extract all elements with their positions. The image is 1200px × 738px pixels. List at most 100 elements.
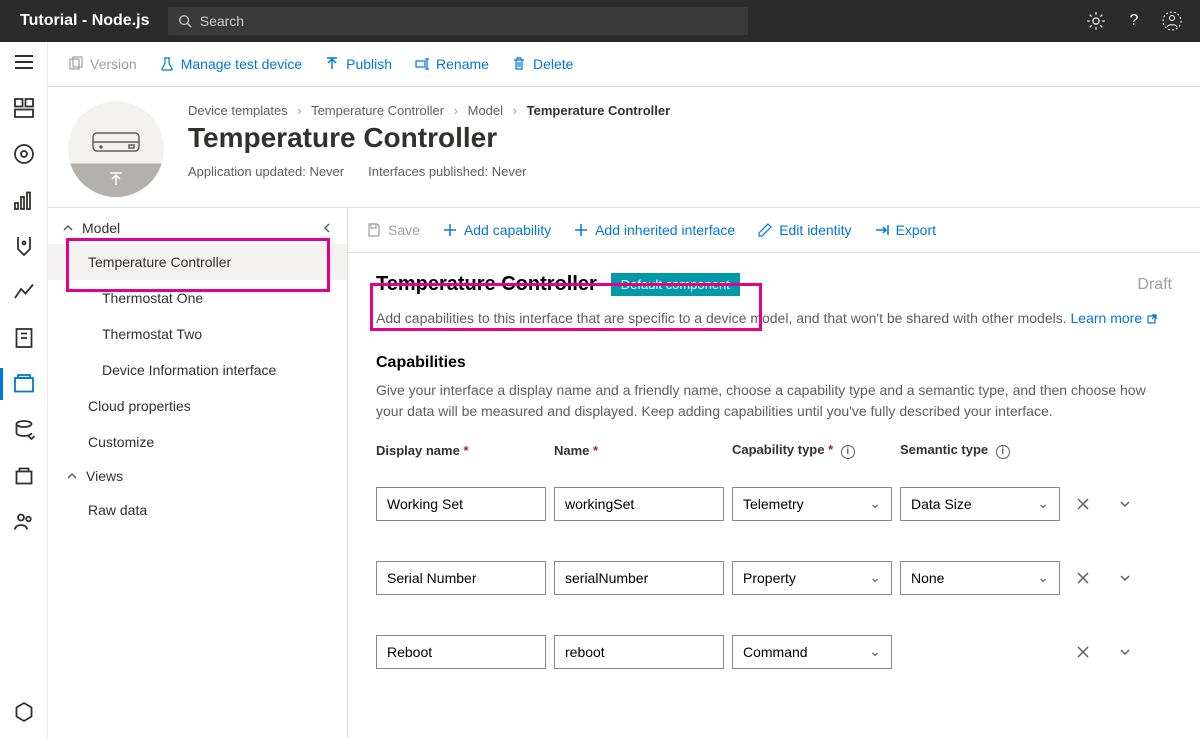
remove-row-button[interactable] [1068, 489, 1098, 519]
default-component-badge: Default component [611, 273, 740, 296]
model-tree: Model Temperature ControllerThermostat O… [48, 208, 348, 738]
delete-button[interactable]: Delete [511, 56, 573, 72]
publish-button[interactable]: Publish [324, 56, 392, 72]
capability-type-select[interactable]: Telemetry⌄ [732, 487, 892, 521]
tree-item[interactable]: Temperature Controller [48, 244, 347, 280]
col-cap-type: Capability type * i [732, 442, 892, 463]
topbar-right: ? [1086, 11, 1182, 31]
hamburger-icon[interactable] [12, 50, 36, 74]
dashboard-icon[interactable] [12, 96, 36, 120]
help-icon[interactable]: ? [1124, 11, 1144, 31]
name-input[interactable] [554, 635, 724, 669]
info-icon[interactable]: i [841, 445, 855, 459]
capability-type-select[interactable]: Property⌄ [732, 561, 892, 595]
command-bar: Version Manage test device Publish Renam… [48, 42, 1200, 87]
tree-item[interactable]: Customize [48, 424, 347, 460]
plus-icon [442, 222, 458, 238]
rules-icon[interactable] [12, 234, 36, 258]
remove-row-button[interactable] [1068, 637, 1098, 667]
pencil-icon [757, 222, 773, 238]
version-label: Version [90, 56, 137, 72]
expand-row-button[interactable] [1110, 637, 1140, 667]
device-icon [91, 127, 141, 155]
breadcrumb-item[interactable]: Model [468, 103, 503, 118]
breadcrumb-current: Temperature Controller [527, 103, 671, 118]
rename-button[interactable]: Rename [414, 56, 489, 72]
export-button[interactable]: Export [874, 222, 936, 238]
breadcrumb-item[interactable]: Device templates [188, 103, 288, 118]
app-settings-icon[interactable] [12, 700, 36, 724]
views-label: Views [86, 468, 123, 484]
chevron-down-icon: ⌄ [869, 495, 881, 512]
analytics-icon[interactable] [12, 280, 36, 304]
app-title: Tutorial - Node.js [20, 12, 149, 30]
manage-test-device-button[interactable]: Manage test device [159, 56, 302, 72]
model-label: Model [82, 220, 120, 236]
learn-more-link[interactable]: Learn more [1071, 310, 1158, 326]
chevron-down-icon: ⌄ [869, 569, 881, 586]
add-capability-label: Add capability [464, 222, 551, 238]
chevron-down-icon: ⌄ [1037, 495, 1049, 512]
tree-item[interactable]: Thermostat One [48, 280, 347, 316]
search-icon [178, 14, 192, 28]
trash-icon [511, 56, 527, 72]
close-icon [1076, 571, 1090, 585]
capability-type-select[interactable]: Command⌄ [732, 635, 892, 669]
capabilities-title: Capabilities [376, 354, 1172, 372]
search-input[interactable]: Search [168, 7, 748, 35]
account-icon[interactable] [1162, 11, 1182, 31]
tree-item-raw-data[interactable]: Raw data [48, 492, 347, 528]
remove-row-button[interactable] [1068, 563, 1098, 593]
external-link-icon [1146, 313, 1158, 325]
device-avatar [68, 101, 164, 197]
save-label: Save [388, 222, 420, 238]
display-name-input[interactable] [376, 561, 546, 595]
jobs-icon[interactable] [12, 326, 36, 350]
tree-item[interactable]: Thermostat Two [48, 316, 347, 352]
chevron-right-icon: › [297, 103, 301, 118]
breadcrumb-item[interactable]: Temperature Controller [311, 103, 444, 118]
version-icon [68, 56, 84, 72]
name-input[interactable] [554, 561, 724, 595]
edit-identity-button[interactable]: Edit identity [757, 222, 851, 238]
expand-row-button[interactable] [1110, 489, 1140, 519]
flask-icon [159, 56, 175, 72]
editor-command-bar: Save Add capability Add inherited interf… [348, 208, 1200, 253]
rename-label: Rename [436, 56, 489, 72]
semantic-type-select[interactable]: None⌄ [900, 561, 1060, 595]
app-updated: Application updated: Never [188, 164, 344, 179]
settings-icon[interactable] [1086, 11, 1106, 31]
data-export-icon[interactable] [12, 418, 36, 442]
save-button: Save [366, 222, 420, 238]
chevron-down-icon: ⌄ [1037, 569, 1049, 586]
name-input[interactable] [554, 487, 724, 521]
tree-item[interactable]: Device Information interface [48, 352, 347, 388]
display-name-input[interactable] [376, 487, 546, 521]
administration-icon[interactable] [12, 464, 36, 488]
add-capability-button[interactable]: Add capability [442, 222, 551, 238]
manage-label: Manage test device [181, 56, 302, 72]
chevron-right-icon: › [513, 103, 517, 118]
chevron-up-icon [62, 222, 74, 234]
rename-icon [414, 56, 430, 72]
views-tree-header[interactable]: Views [48, 460, 347, 492]
chevron-left-icon[interactable] [321, 222, 333, 234]
device-groups-icon[interactable] [12, 188, 36, 212]
device-templates-icon[interactable] [12, 372, 36, 396]
users-icon[interactable] [12, 510, 36, 534]
info-icon[interactable]: i [996, 445, 1010, 459]
chevron-down-icon: ⌄ [869, 643, 881, 660]
export-icon [874, 222, 890, 238]
devices-icon[interactable] [12, 142, 36, 166]
model-tree-header[interactable]: Model [48, 212, 347, 244]
version-button: Version [68, 56, 137, 72]
breadcrumb: Device templates › Temperature Controlle… [188, 103, 1180, 118]
tree-item[interactable]: Cloud properties [48, 388, 347, 424]
display-name-input[interactable] [376, 635, 546, 669]
search-placeholder: Search [200, 13, 244, 29]
chevron-right-icon: › [454, 103, 458, 118]
add-inherited-button[interactable]: Add inherited interface [573, 222, 735, 238]
expand-row-button[interactable] [1110, 563, 1140, 593]
chevron-down-icon [1118, 497, 1132, 511]
semantic-type-select[interactable]: Data Size⌄ [900, 487, 1060, 521]
